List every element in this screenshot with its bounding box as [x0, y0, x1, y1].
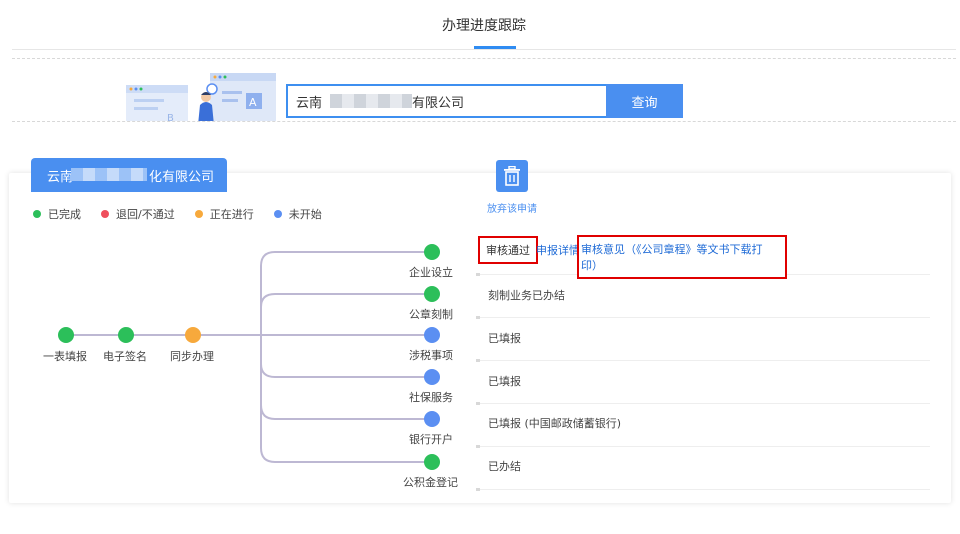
abandon-label: 放弃该申请 — [487, 204, 537, 215]
row-marker — [476, 488, 480, 491]
step-label: 同步办理 — [170, 350, 214, 363]
abandon-application-button[interactable]: 放弃该申请 — [482, 160, 542, 215]
status-text: 已办结 — [488, 460, 521, 473]
status-row-bank: 已填报 (中国邮政储蓄银行) — [476, 404, 930, 448]
branch-node-social — [424, 369, 440, 385]
branch-label: 涉税事项 — [409, 349, 453, 362]
status-text: 已填报 (中国邮政储蓄银行) — [488, 417, 622, 430]
review-opinion-link[interactable]: 审核意见（《公司章程》等文书下载打印） — [577, 235, 787, 279]
status-text: 已填报 — [488, 332, 521, 345]
branch-node-seal — [424, 286, 440, 302]
trash-icon — [496, 160, 528, 192]
status-text: 已填报 — [488, 375, 521, 388]
branch-node-establish — [424, 244, 440, 260]
branch-label: 银行开户 — [409, 433, 453, 446]
branch-label: 公章刻制 — [409, 308, 453, 321]
status-row-tax: 已填报 — [476, 318, 930, 362]
branch-node-bank — [424, 411, 440, 427]
branch-label: 社保服务 — [409, 391, 453, 404]
step-label: 一表填报 — [43, 350, 87, 363]
branch-label: 企业设立 — [409, 266, 453, 279]
status-text: 刻制业务已办结 — [488, 289, 565, 302]
application-detail-link[interactable]: 申报详情 — [536, 242, 580, 258]
branch-label: 公积金登记 — [403, 476, 458, 489]
approved-status-badge: 审核通过 — [478, 236, 538, 264]
step-label: 电子签名 — [103, 350, 147, 363]
status-row-social: 已填报 — [476, 361, 930, 405]
branch-node-tax — [424, 327, 440, 343]
step-node-fill — [58, 327, 74, 343]
step-node-sign — [118, 327, 134, 343]
step-node-sync — [185, 327, 201, 343]
status-row-seal: 刻制业务已办结 — [476, 275, 930, 319]
branch-node-fund — [424, 454, 440, 470]
status-row-fund: 已办结 — [476, 447, 930, 491]
